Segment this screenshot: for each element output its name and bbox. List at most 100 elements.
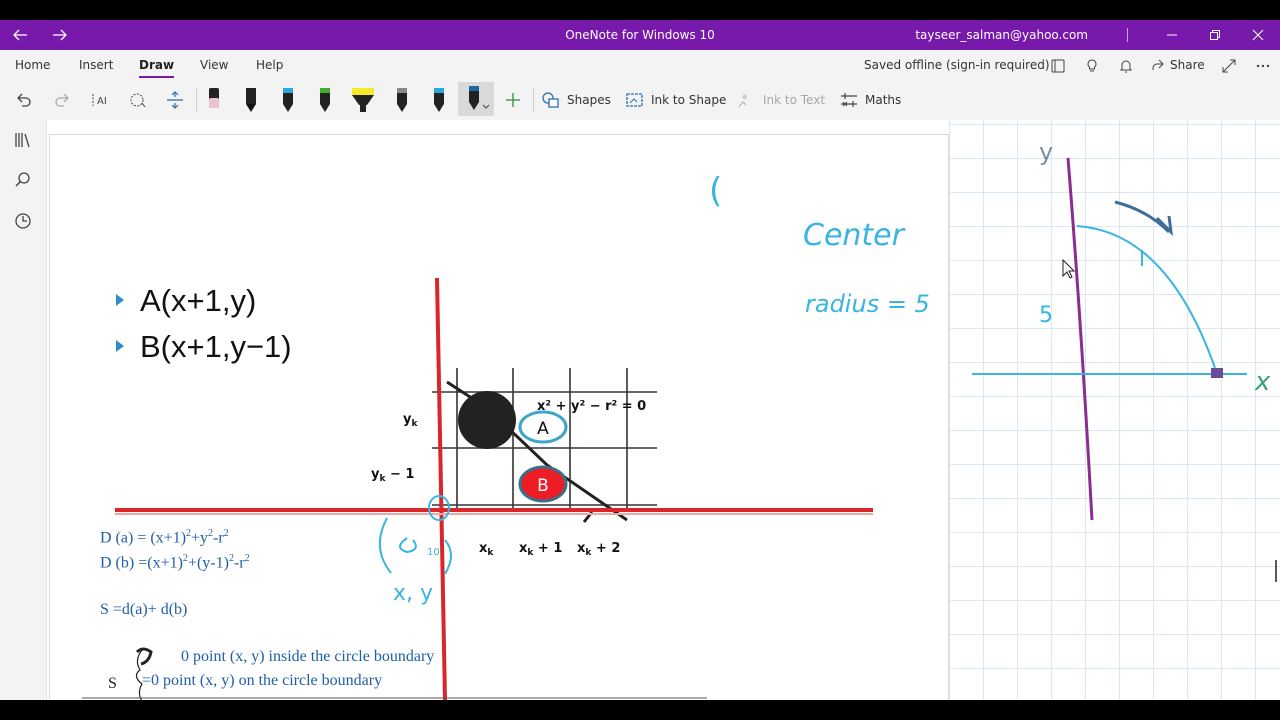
forward-arrow-icon — [53, 29, 67, 41]
tab-draw[interactable]: Draw — [139, 50, 175, 80]
pen-cyan-icon — [434, 88, 444, 112]
eraser-icon — [209, 88, 219, 108]
pen-blue-icon — [283, 88, 293, 112]
ink-center: Center — [803, 218, 906, 253]
ink-to-shape-button[interactable]: Ink to Shape — [625, 86, 726, 114]
pen-black-icon — [246, 88, 256, 112]
title-divider — [1127, 28, 1128, 42]
drawing-layer: A B x² + y² − r² = 0 yk yk − 1 xk xk + 1… — [82, 138, 1277, 700]
notebook-icon — [1051, 59, 1065, 73]
label-yk-minus-1: yk − 1 — [371, 467, 414, 484]
share-icon — [1152, 59, 1164, 70]
ribbon-tabs: Home Insert Draw View Help Saved offline… — [0, 50, 1280, 80]
maths-label: Maths — [865, 93, 902, 107]
bottom-letterbox — [0, 700, 1280, 720]
share-button[interactable]: Share — [1150, 50, 1205, 80]
add-pen-button[interactable] — [502, 86, 524, 114]
share-label: Share — [1170, 58, 1205, 72]
tab-help[interactable]: Help — [256, 50, 283, 80]
add-space-button[interactable] — [163, 86, 187, 114]
lasso-icon — [130, 93, 146, 108]
label-xk: xk — [479, 541, 494, 558]
ink-arc — [1076, 225, 1216, 369]
ink-to-shape-label: Ink to Shape — [651, 93, 727, 107]
restore-icon — [1210, 30, 1220, 40]
ink-arrow — [1114, 200, 1174, 237]
filled-pixel — [458, 391, 516, 449]
close-button[interactable] — [1236, 20, 1280, 50]
minimize-button[interactable] — [1150, 20, 1194, 50]
more-options-button[interactable] — [1252, 55, 1274, 77]
close-icon — [1252, 29, 1264, 41]
pencil-button[interactable] — [391, 86, 413, 114]
tab-home[interactable]: Home — [15, 50, 50, 80]
sync-status: Saved offline (sign-in required) — [864, 58, 1050, 72]
expand-icon — [1222, 59, 1236, 73]
pen-selected-icon — [469, 86, 490, 110]
minimize-icon — [1167, 34, 1177, 36]
lightbulb-icon — [1087, 59, 1097, 72]
search-icon — [15, 172, 30, 187]
restore-button[interactable] — [1193, 20, 1237, 50]
svg-text:AI: AI — [97, 96, 107, 107]
top-letterbox — [0, 0, 1280, 20]
title-bar: OneNote for Windows 10 tayseer_salman@ya… — [0, 20, 1280, 50]
shapes-label: Shapes — [567, 93, 611, 107]
recent-button[interactable] — [11, 209, 35, 233]
redo-icon — [55, 93, 69, 107]
notifications-button[interactable] — [1115, 55, 1137, 77]
point-b-label: B — [537, 476, 549, 496]
ink-radius: radius = 5 — [805, 290, 930, 318]
left-nav — [0, 120, 47, 700]
label-yk: yk — [403, 412, 418, 429]
redo-button[interactable] — [50, 86, 74, 114]
pen-cyan-button[interactable] — [428, 86, 450, 114]
ink-x-label: x — [1254, 367, 1271, 397]
bell-icon — [1119, 60, 1133, 73]
plus-icon — [506, 93, 520, 107]
undo-icon — [17, 93, 31, 107]
account-name[interactable]: tayseer_salman@yahoo.com — [915, 20, 1088, 50]
back-button[interactable] — [0, 20, 40, 50]
tab-view[interactable]: View — [200, 50, 228, 80]
ink-to-shape-icon — [626, 93, 643, 107]
lasso-select-button[interactable] — [126, 86, 150, 114]
highlighter-icon — [352, 88, 374, 112]
notebooks-button[interactable] — [11, 128, 35, 152]
fullscreen-button[interactable] — [1218, 55, 1240, 77]
shapes-icon — [542, 92, 559, 108]
red-y-axis — [435, 277, 447, 700]
circle-equation: x² + y² − r² = 0 — [537, 399, 646, 414]
ink-to-text-button[interactable]: a Ink to Text — [737, 86, 825, 114]
pencil-icon — [397, 88, 407, 112]
pen-green-icon — [320, 88, 330, 112]
library-icon — [15, 133, 30, 148]
shapes-button[interactable]: Shapes — [541, 86, 611, 114]
notebook-button[interactable] — [1047, 55, 1069, 77]
page-canvas[interactable]: A(x+1,y) B(x+1,y−1) D (a) = (x+1)2+y2-r2… — [47, 120, 1280, 700]
ink-to-text-label: Ink to Text — [763, 93, 826, 107]
undo-button[interactable] — [12, 86, 36, 114]
back-arrow-icon — [13, 29, 27, 41]
draw-toolbar: AI Shapes Ink to Shape a Ink to Text Mat… — [0, 80, 1280, 121]
ink-xy: x, y — [393, 581, 433, 606]
pen-blue-button[interactable] — [277, 86, 299, 114]
maths-button[interactable]: Maths — [839, 86, 901, 114]
tell-me-button[interactable] — [1081, 55, 1103, 77]
search-button[interactable] — [11, 168, 35, 192]
pen-selected-button[interactable] — [458, 82, 494, 116]
maths-icon — [841, 93, 857, 107]
forward-button[interactable] — [40, 20, 80, 50]
pen-black-button[interactable] — [240, 86, 262, 114]
ink-five: 5 — [1039, 303, 1053, 328]
type-select-button[interactable]: AI — [88, 86, 112, 114]
add-space-icon — [167, 91, 183, 109]
pen-green-button[interactable] — [314, 86, 336, 114]
ink-ten: 10 — [427, 547, 440, 558]
ink-endpoint — [1211, 368, 1223, 378]
highlighter-yellow-button[interactable] — [350, 86, 376, 114]
label-xk-plus-2: xk + 2 — [577, 541, 620, 558]
app-title: OneNote for Windows 10 — [565, 28, 715, 42]
eraser-button[interactable] — [203, 86, 225, 114]
tab-insert[interactable]: Insert — [79, 50, 113, 80]
